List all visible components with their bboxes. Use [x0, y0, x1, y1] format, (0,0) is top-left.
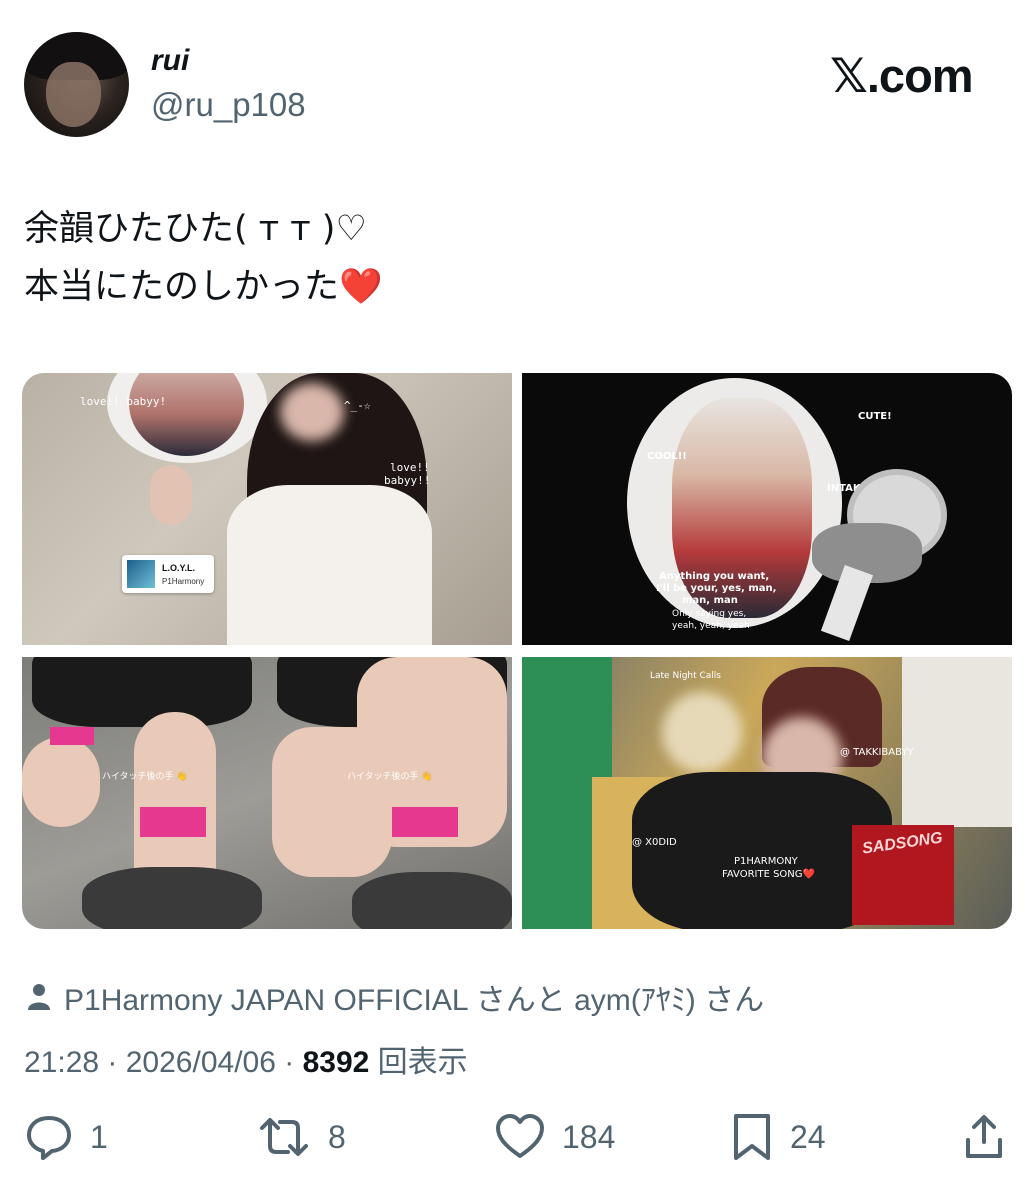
x-logo-text: .com — [866, 49, 974, 102]
top-label: Late Night Calls — [650, 671, 721, 681]
song-title: L.O.Y.L. — [162, 563, 196, 573]
tweet-meta: 21:28 · 2026/04/06 · 8392 回表示 — [24, 1037, 468, 1081]
heart-icon — [496, 1114, 544, 1158]
tweet-time[interactable]: 21:28 — [24, 1046, 99, 1079]
avatar-face — [46, 62, 101, 127]
hand — [150, 465, 192, 525]
tagged-users[interactable]: P1Harmony JAPAN OFFICIAL さんと aym(ｱﾔﾐ) さん — [26, 975, 764, 1019]
share-button[interactable] — [962, 1112, 1006, 1162]
reply-button[interactable]: 1 — [24, 1112, 108, 1162]
poster-wall — [902, 657, 1012, 827]
reply-count: 1 — [90, 1118, 108, 1155]
lyric-line-4: Only saying yes, — [672, 609, 747, 619]
tweet-line-2-text: 本当にたのしかった — [24, 267, 340, 307]
author-handle[interactable]: @ru_p108 — [151, 86, 306, 124]
separator: · — [99, 1046, 126, 1079]
tweet-actions: 1 8 184 24 — [0, 1112, 1035, 1172]
hand-left-1 — [22, 737, 100, 827]
blurred-face — [280, 383, 344, 441]
bookmark-icon — [734, 1114, 770, 1160]
fan-photo — [129, 373, 244, 456]
wristband — [50, 727, 94, 745]
red-heart-emoji: ❤️ — [339, 267, 383, 307]
bookmark-button[interactable]: 24 — [730, 1112, 826, 1162]
handle-left: @ X0DID — [632, 837, 677, 848]
tweet-line-2: 本当にたのしかった❤️ — [24, 258, 1004, 316]
share-icon — [966, 1115, 1002, 1158]
sticker-text-love-left: love!! babyy! — [80, 395, 167, 408]
bookmark-count: 24 — [790, 1118, 826, 1155]
album-cover: SADSONG — [852, 825, 954, 925]
x-com-logo: 𝕏.com — [830, 48, 974, 104]
media-photo-4[interactable]: SADSONG Late Night Calls @ TAKKIBABYY @ … — [522, 657, 1012, 929]
repost-button[interactable]: 8 — [256, 1112, 346, 1162]
view-count-label: 回表示 — [369, 1046, 468, 1079]
like-button[interactable]: 184 — [494, 1112, 615, 1162]
media-photo-1[interactable]: love!! babyy! ^_-☆ love!! babyy!! L.O.Y.… — [22, 373, 512, 645]
fur-sleeve — [82, 867, 262, 929]
uchiwa-fan — [107, 373, 267, 463]
sticker-text-love-right-1: love!! — [390, 461, 430, 474]
caption-left: ハイタッチ後の手 👋 — [102, 772, 188, 782]
sticker-text-cute: CUTE! — [858, 411, 892, 422]
like-count: 184 — [562, 1118, 616, 1155]
tweet-date[interactable]: 2026/04/06 — [126, 1046, 276, 1079]
person-icon — [28, 984, 50, 1010]
x-logo-icon: 𝕏 — [830, 49, 868, 104]
lyric-line-1: Anything you want, — [659, 571, 770, 582]
author-avatar[interactable] — [24, 32, 129, 137]
tweet-text: 余韻ひたひた( ᴛ ᴛ )♡ 本当にたのしかった❤️ — [24, 200, 1004, 316]
song-artist: P1Harmony — [162, 577, 205, 586]
caption-right: ハイタッチ後の手 👋 — [347, 772, 433, 782]
repost-icon — [260, 1118, 308, 1156]
tweet-line-1: 余韻ひたひた( ᴛ ᴛ )♡ — [24, 209, 367, 249]
lyric-line-3: man, man — [682, 595, 738, 606]
lyric-line-5: yeah, yeah, yeah — [672, 621, 750, 631]
handle-right: @ TAKKIBABYY — [840, 747, 914, 758]
lyric-line-2: I'll be your, yes, man, — [656, 583, 777, 594]
reply-icon — [27, 1116, 71, 1160]
author-display-name[interactable]: rui — [151, 44, 189, 78]
white-top — [227, 485, 432, 645]
fur-sleeve — [352, 872, 512, 929]
caption-line-1: P1HARMONY — [734, 856, 798, 867]
repost-count: 8 — [328, 1118, 346, 1155]
sticker-text-love-right-2: babyy!! — [384, 474, 431, 487]
song-sticker: L.O.Y.L. P1Harmony — [122, 555, 214, 593]
view-count: 8392 — [302, 1046, 370, 1079]
separator: · — [275, 1046, 303, 1079]
sticker-text-cool: COOL!! — [647, 451, 687, 462]
wristband — [392, 807, 458, 837]
wristband — [140, 807, 206, 837]
media-grid: love!! babyy! ^_-☆ love!! babyy!! L.O.Y.… — [22, 373, 1012, 929]
media-photo-2[interactable]: COOL!! CUTE! INTAK!!!! Anything you want… — [522, 373, 1012, 645]
media-photo-3[interactable]: ハイタッチ後の手 👋 ハイタッチ後の手 👋 — [22, 657, 512, 929]
blurred-face — [662, 692, 742, 772]
album-text: SADSONG — [861, 829, 944, 858]
caption-line-2: FAVORITE SONG❤️ — [722, 869, 815, 880]
sticker-text-face: ^_-☆ — [344, 399, 371, 412]
song-album-art — [127, 560, 155, 588]
jacket-left — [32, 657, 252, 727]
tagged-users-text: P1Harmony JAPAN OFFICIAL さんと aym(ｱﾔﾐ) さん — [64, 984, 765, 1017]
